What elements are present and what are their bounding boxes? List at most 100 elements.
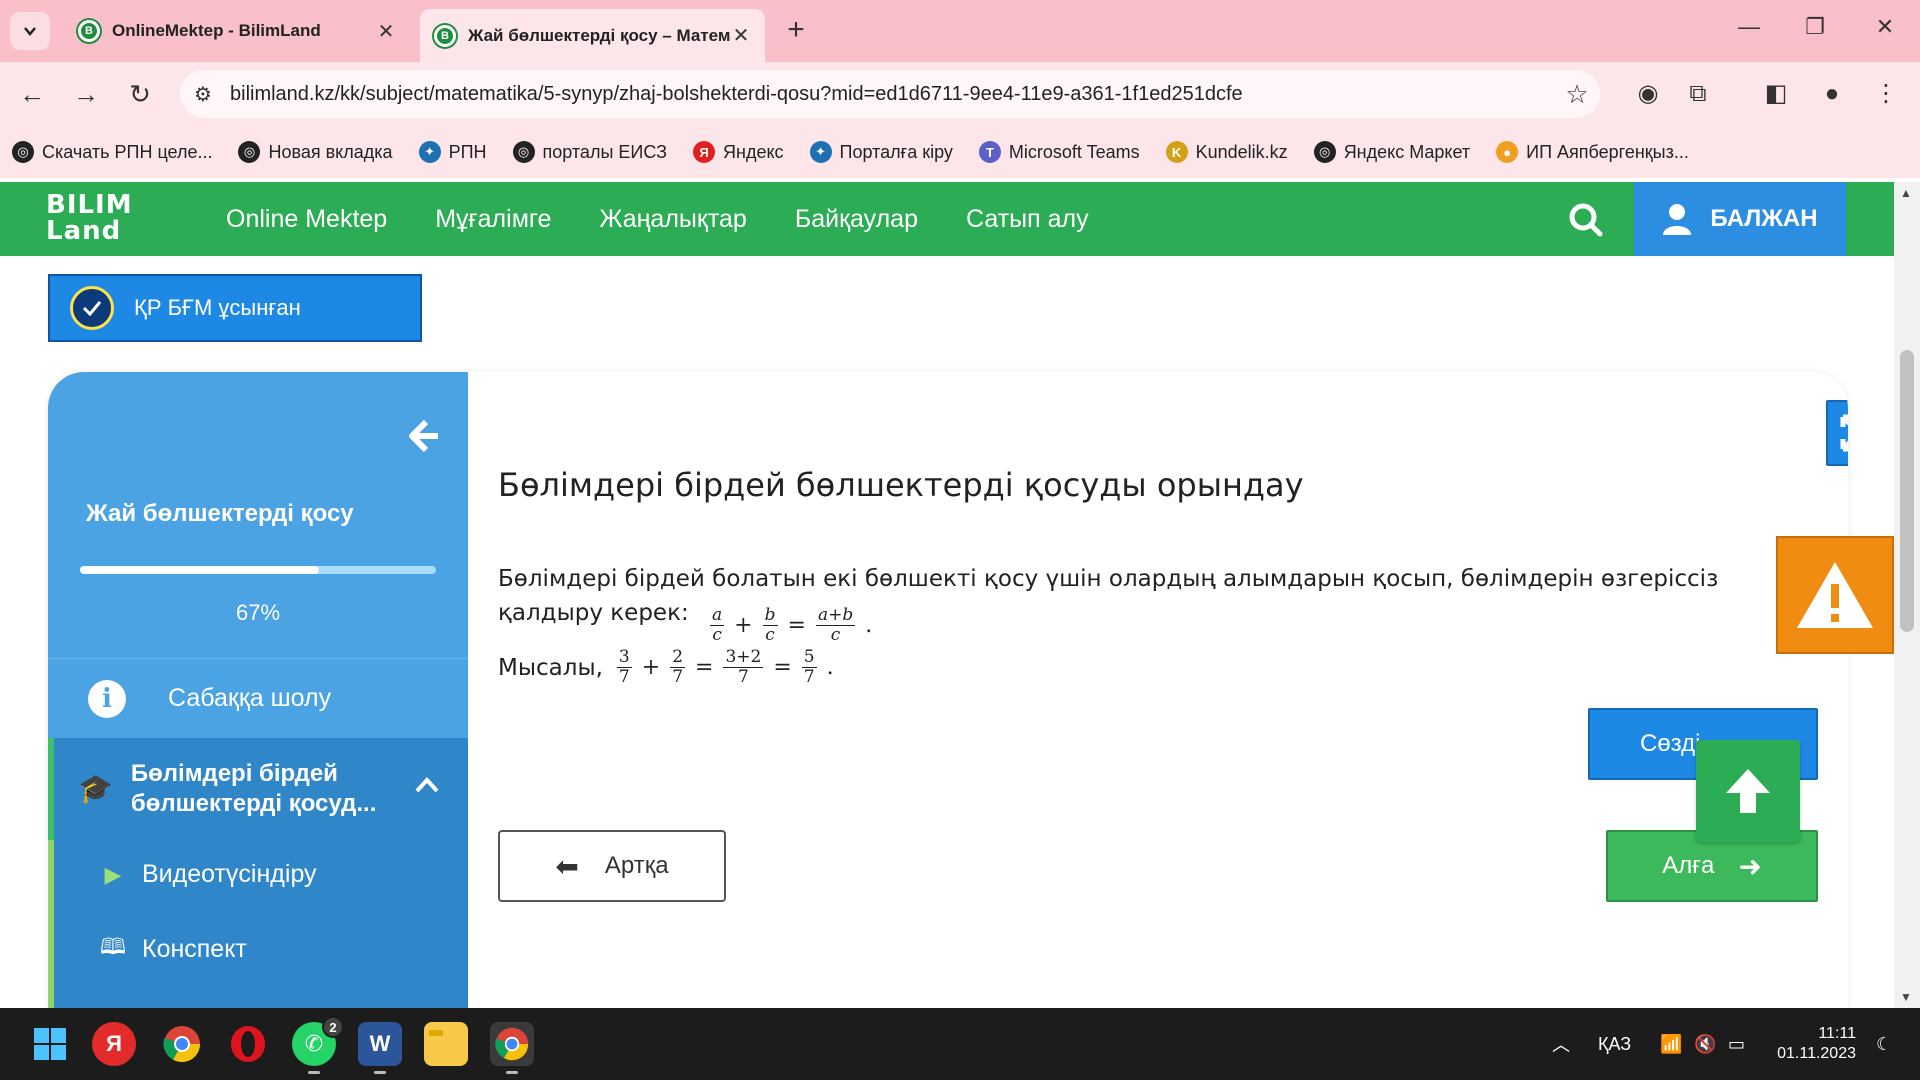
sidebar-item-label: Видеотүсіндіру — [142, 860, 317, 888]
warning-triangle-icon — [1797, 562, 1873, 628]
scroll-down-arrow-icon[interactable]: ▼ — [1900, 990, 1912, 1004]
close-tab-icon[interactable]: ✕ — [376, 19, 396, 44]
tab-search-button[interactable] — [10, 12, 50, 50]
bookmark-item[interactable]: ◎ Скачать РПН целе... — [12, 141, 212, 163]
chrome-icon[interactable] — [160, 1022, 204, 1066]
fraction-5-7: 57 — [801, 648, 817, 687]
scroll-up-arrow-icon[interactable]: ▲ — [1900, 186, 1912, 200]
word-icon[interactable]: W — [358, 1022, 402, 1074]
previous-button[interactable]: ⬅ Артқа — [498, 830, 726, 902]
kebab-menu-icon[interactable]: ⋮ — [1870, 78, 1902, 110]
volume-muted-icon[interactable]: 🔇 — [1694, 1008, 1716, 1080]
site-header: BILIM Land Online Mektep Мұғалімге Жаңал… — [0, 182, 1894, 256]
close-tab-icon[interactable]: ✕ — [731, 23, 751, 48]
chevron-up-icon[interactable] — [414, 774, 440, 796]
sidebar-item-current-section[interactable]: 🎓 Бөлімдері бірдей бөлшектерді қосуд... — [48, 738, 468, 840]
browser-tab-bar: B OnlineMektep - BilimLand ✕ B Жай бөлше… — [0, 0, 1920, 62]
collapse-sidebar-arrow-icon[interactable] — [404, 416, 444, 456]
side-panel-icon[interactable]: ◧ — [1760, 78, 1792, 110]
numerator: a — [710, 605, 725, 626]
bookmark-item[interactable]: K Kundelik.kz — [1165, 141, 1288, 163]
scroll-to-top-button[interactable] — [1696, 740, 1800, 842]
report-error-button[interactable] — [1776, 536, 1894, 654]
user-name: БАЛЖАН — [1710, 205, 1818, 232]
page-scrollbar[interactable]: ▲ ▼ — [1894, 182, 1920, 1008]
language-indicator[interactable]: ҚАЗ — [1598, 1008, 1631, 1080]
user-account-button[interactable]: БАЛЖАН — [1634, 182, 1846, 256]
bookmark-item[interactable]: T Microsoft Teams — [978, 141, 1140, 163]
sidebar-item-label: Сабаққа шолу — [168, 684, 332, 712]
nav-contests[interactable]: Байқаулар — [795, 205, 918, 234]
bookmark-item[interactable]: Я Яндекс — [693, 141, 784, 163]
opera-icon[interactable] — [226, 1022, 270, 1066]
address-bar[interactable]: ⚙ bilimland.kz/kk/subject/matematika/5-s… — [180, 70, 1600, 118]
numerator: 2 — [670, 647, 686, 668]
bookmark-star-icon[interactable]: ☆ — [1554, 79, 1600, 110]
bookmark-item[interactable]: ✦ Порталға кіру — [809, 141, 953, 163]
main-nav: Online Mektep Мұғалімге Жаңалықтар Байқа… — [226, 182, 1137, 256]
restore-icon[interactable]: ❐ — [1800, 14, 1830, 40]
new-tab-button[interactable]: + — [780, 14, 812, 46]
system-clock[interactable]: 11:11 01.11.2023 — [1776, 1024, 1856, 1064]
denominator: 7 — [803, 667, 815, 687]
sidebar-item-video[interactable]: ▶ Видеотүсіндіру — [100, 860, 317, 889]
fullscreen-button[interactable] — [1826, 400, 1848, 466]
tab-title: OnlineMektep - BilimLand — [112, 21, 321, 40]
clock-date: 01.11.2023 — [1777, 1045, 1856, 1062]
teams-favicon-icon: T — [978, 141, 1001, 163]
bookmark-item[interactable]: ● ИП Аяпбергенқыз... — [1496, 141, 1689, 163]
notification-count: 2 — [322, 1016, 344, 1038]
progress-fill — [80, 566, 319, 574]
scrollbar-thumb[interactable] — [1900, 350, 1914, 632]
sidebar-item-notes[interactable]: 🕮 Конспект — [100, 930, 247, 968]
bookmark-item[interactable]: ◎ порталы ЕИСЗ — [512, 141, 667, 163]
back-arrow-icon[interactable]: ← — [14, 76, 50, 112]
sidebar-item-overview[interactable]: i Сабаққа шолу — [48, 658, 468, 738]
url-text[interactable]: bilimland.kz/kk/subject/matematika/5-syn… — [230, 83, 1554, 106]
denominator: c — [765, 625, 775, 645]
battery-icon[interactable]: ▭ — [1728, 1008, 1745, 1080]
chrome-active-icon[interactable] — [490, 1022, 534, 1074]
profile-avatar[interactable]: ● — [1816, 78, 1848, 110]
nav-news[interactable]: Жаңалықтар — [599, 205, 746, 234]
fraction-2-7: 27 — [670, 647, 686, 687]
section-sub-list: ▶ Видеотүсіндіру 🕮 Конспект — [48, 840, 468, 1012]
tray-overflow-chevron-icon[interactable]: ︿ — [1552, 1008, 1570, 1080]
file-explorer-icon[interactable] — [424, 1022, 468, 1066]
browser-tab-onlinemektep[interactable]: B OnlineMektep - BilimLand ✕ — [64, 9, 410, 53]
whatsapp-icon[interactable]: ✆ 2 — [292, 1016, 344, 1074]
nav-buy[interactable]: Сатып алу — [966, 205, 1089, 234]
bookmark-item[interactable]: ◎ Новая вкладка — [238, 141, 393, 163]
bookmark-item[interactable]: ◎ Яндекс Маркет — [1313, 141, 1470, 163]
notifications-moon-icon[interactable]: ☾ — [1876, 1008, 1892, 1080]
numerator: 3+2 — [723, 647, 764, 668]
nav-online-mektep[interactable]: Online Mektep — [226, 205, 387, 234]
extension-icon[interactable]: ◉ — [1632, 78, 1664, 110]
reload-icon[interactable]: ↻ — [122, 76, 158, 112]
numerator: 3 — [616, 647, 632, 668]
numerator: b — [762, 605, 778, 626]
site-settings-icon[interactable]: ⚙ — [194, 82, 230, 107]
close-window-icon[interactable]: ✕ — [1870, 14, 1900, 40]
forward-arrow-icon[interactable]: → — [68, 76, 104, 112]
equals-sign: = — [787, 612, 806, 638]
search-icon[interactable] — [1566, 200, 1606, 240]
wifi-icon[interactable]: 📶 — [1660, 1008, 1682, 1080]
yandex-browser-icon[interactable]: Я — [92, 1022, 136, 1066]
chrome-favicon-icon: ◎ — [12, 141, 34, 163]
clock-time: 11:11 — [1818, 1025, 1856, 1042]
rule-paragraph: Бөлімдері бірдей болатын екі бөлшекті қо… — [498, 562, 1788, 645]
play-icon: ▶ — [104, 861, 122, 887]
extensions-puzzle-icon[interactable]: ⧉ — [1682, 78, 1714, 110]
bookmark-item[interactable]: ✦ РПН — [418, 141, 487, 163]
dictionary-label: Сөзді — [1640, 730, 1701, 757]
nav-teachers[interactable]: Мұғалімге — [435, 205, 551, 234]
sidebar-item-label: Бөлімдері бірдей бөлшектерді қосуд... — [130, 760, 377, 817]
info-icon: i — [88, 679, 126, 718]
example-paragraph: Мысалы, 37 + 27 = 3+2 7 = 57 . — [498, 648, 840, 687]
bilimland-favicon-icon: B — [434, 24, 456, 47]
windows-start-icon[interactable] — [28, 1022, 72, 1066]
bilimland-logo[interactable]: BILIM Land — [46, 192, 133, 244]
browser-tab-current[interactable]: B Жай бөлшектерді қосу – Математика ✕ — [420, 9, 765, 62]
minimize-icon[interactable]: — — [1734, 14, 1764, 40]
